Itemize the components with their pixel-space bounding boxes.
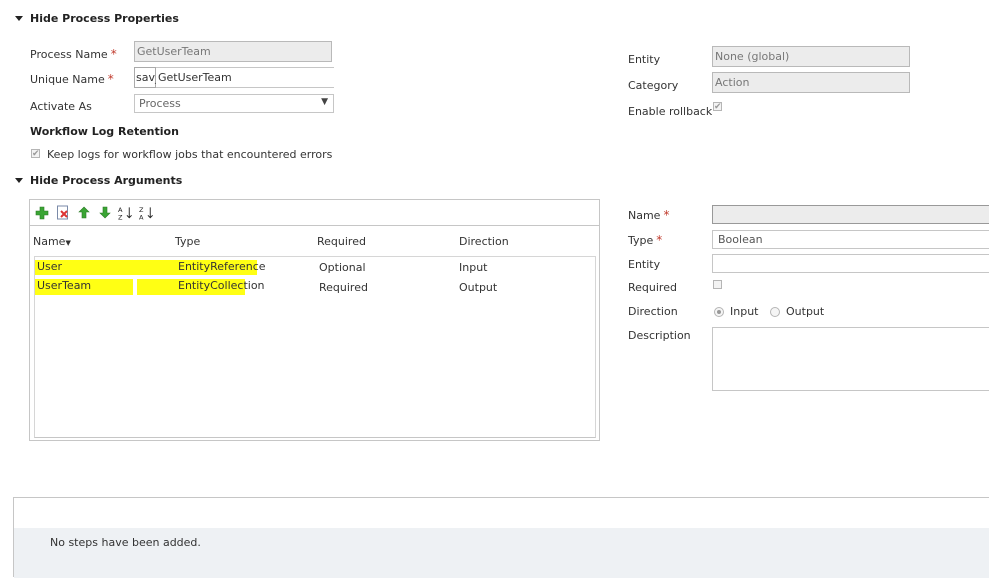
process-name-label: Process Name * [30, 47, 117, 61]
entity-field: None (global) [712, 46, 910, 67]
arg-description-field[interactable] [712, 327, 989, 391]
check-icon: ✔ [32, 149, 40, 159]
arg-name-field[interactable] [712, 205, 989, 224]
category-label: Category [628, 79, 679, 92]
arg-required-label: Required [628, 281, 677, 294]
steps-empty-area: No steps have been added. [14, 528, 989, 578]
process-arguments-toggle[interactable]: Hide Process Arguments [15, 174, 182, 187]
process-arguments-header: Hide Process Arguments [30, 174, 183, 187]
arg-type-label: Type * [628, 233, 663, 247]
name-cell-highlight [137, 279, 175, 295]
process-name-field[interactable]: GetUserTeam [134, 41, 332, 62]
dropdown-arrow-icon: ▼ [321, 97, 328, 107]
process-properties-header: Hide Process Properties [30, 12, 179, 25]
enable-rollback-label: Enable rollback [628, 105, 713, 118]
collapse-triangle-icon [15, 178, 23, 183]
type-cell: EntityReference [175, 260, 266, 275]
col-header-required[interactable]: Required [317, 235, 366, 248]
svg-text:Z: Z [118, 213, 123, 220]
unique-name-label: Unique Name * [30, 72, 114, 86]
collapse-triangle-icon [15, 16, 23, 21]
name-cell: User [35, 260, 175, 275]
col-header-direction[interactable]: Direction [459, 235, 509, 248]
move-up-icon[interactable] [76, 205, 91, 220]
activate-as-value: Process [139, 97, 181, 110]
check-icon: ✔ [714, 102, 722, 112]
direction-cell: Input [459, 261, 488, 274]
keep-logs-label: Keep logs for workflow jobs that encount… [47, 148, 333, 161]
entity-label: Entity [628, 53, 661, 66]
arg-entity-field[interactable] [712, 254, 989, 273]
activate-as-label: Activate As [30, 100, 92, 113]
required-cell: Required [319, 281, 368, 294]
col-header-type[interactable]: Type [175, 235, 200, 248]
sort-ascending-icon[interactable]: AZ [118, 205, 133, 221]
arg-required-checkbox[interactable] [713, 280, 722, 289]
required-asterisk: * [663, 208, 670, 222]
unique-name-field[interactable]: GetUserTeam [156, 67, 334, 88]
col-header-name[interactable]: Name▼ [33, 235, 71, 248]
direction-cell: Output [459, 281, 498, 294]
required-asterisk: * [656, 233, 663, 247]
arguments-toolbar: AZ ZA [30, 200, 599, 226]
enable-rollback-checkbox[interactable]: ✔ [713, 102, 722, 112]
table-row[interactable]: User EntityReference Optional Input [35, 260, 595, 277]
type-cell: EntityCollection [175, 279, 265, 295]
name-cell: UserTeam [35, 279, 133, 295]
direction-input-label: Input [730, 305, 759, 318]
unique-name-prefix: sav_ [134, 67, 160, 88]
delete-icon[interactable] [55, 205, 70, 220]
arguments-grid: AZ ZA Name▼ Type Required Direction User… [29, 199, 600, 441]
no-steps-message: No steps have been added. [50, 536, 201, 549]
required-asterisk: * [107, 72, 114, 86]
steps-panel: No steps have been added. [13, 497, 989, 578]
process-properties-toggle[interactable]: Hide Process Properties [15, 12, 179, 25]
add-icon[interactable] [34, 205, 49, 220]
move-down-icon[interactable] [97, 205, 112, 220]
arg-description-label: Description [628, 329, 691, 342]
direction-output-label: Output [786, 305, 825, 318]
svg-text:A: A [139, 213, 144, 220]
required-cell: Optional [319, 261, 366, 274]
radio-selected-dot [717, 310, 721, 314]
sort-arrow-icon: ▼ [65, 239, 71, 247]
sort-descending-icon[interactable]: ZA [139, 205, 154, 221]
arguments-rows: User EntityReference Optional Input User… [34, 256, 596, 438]
keep-logs-checkbox[interactable]: ✔ [31, 149, 40, 159]
category-field: Action [712, 72, 910, 93]
table-row[interactable]: UserTeam EntityCollection Required Outpu… [35, 279, 595, 296]
arg-name-label: Name * [628, 208, 670, 222]
direction-input-radio[interactable] [714, 307, 724, 317]
arg-direction-label: Direction [628, 305, 678, 318]
direction-output-radio[interactable] [770, 307, 780, 317]
arg-entity-label: Entity [628, 258, 661, 271]
log-retention-header: Workflow Log Retention [30, 125, 179, 138]
arg-type-select[interactable]: Boolean [712, 230, 989, 249]
activate-as-select[interactable]: Process ▼ [134, 94, 334, 113]
required-asterisk: * [110, 47, 117, 61]
